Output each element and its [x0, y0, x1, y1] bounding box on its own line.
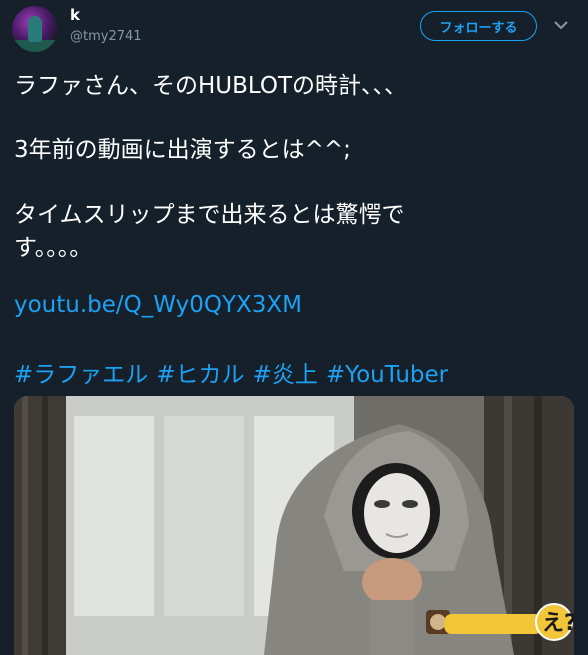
tweet-text-line: す。。。。 [14, 235, 93, 261]
hashtag-link[interactable]: #ラファエル [14, 362, 148, 388]
tweet-text-line: ラファさん、そのHUBLOTの時計、、、 [14, 73, 408, 99]
display-name[interactable]: k [70, 6, 80, 24]
sticker-text: え? [542, 611, 574, 636]
hashtag-link[interactable]: #YouTuber [326, 362, 448, 388]
user-handle[interactable]: @tmy2741 [70, 29, 142, 44]
hashtag-list: #ラファエル #ヒカル #炎上 #YouTuber [14, 355, 456, 389]
tweet-media-image[interactable]: え? [14, 396, 574, 655]
avatar[interactable] [12, 6, 58, 52]
hashtag-link[interactable]: #ヒカル [156, 362, 244, 388]
hashtag-link[interactable]: #炎上 [253, 362, 318, 388]
media-illustration: え? [14, 396, 574, 655]
chevron-down-icon[interactable] [553, 17, 569, 33]
avatar-figure [28, 16, 42, 42]
follow-button[interactable]: フォローする [420, 11, 537, 41]
youtube-link[interactable]: youtu.be/Q_Wy0QYX3XM [14, 292, 302, 318]
tweet-text-line: タイムスリップまで出来るとは驚愕で [14, 202, 405, 228]
tweet-text-line: 3年前の動画に出演するとは^^; [14, 137, 351, 163]
